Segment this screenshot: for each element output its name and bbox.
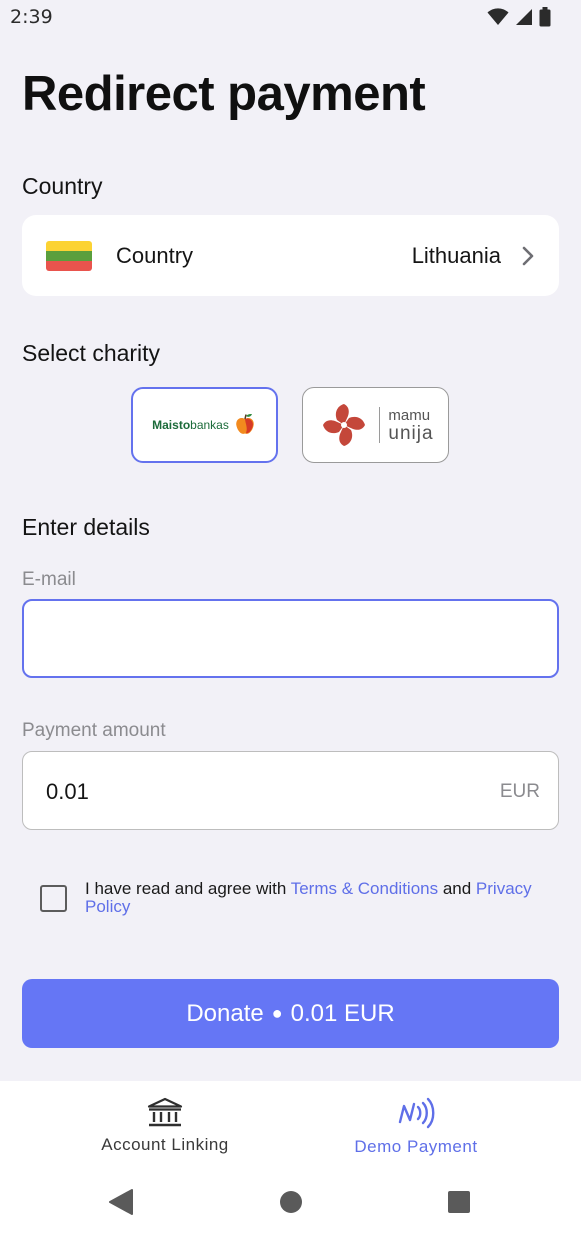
- nav-item-demo-payment[interactable]: Demo Payment: [306, 1081, 526, 1171]
- unija-logo-text: unija: [388, 423, 434, 444]
- home-icon[interactable]: [279, 1188, 303, 1216]
- status-bar: 2:39: [0, 0, 581, 34]
- nav-item-account-linking[interactable]: Account Linking: [55, 1081, 275, 1171]
- cellular-signal-icon: [516, 9, 532, 25]
- nfc-payment-icon: [398, 1097, 435, 1129]
- back-icon[interactable]: [108, 1188, 134, 1216]
- payment-amount-field[interactable]: 0.01 EUR: [22, 751, 559, 830]
- terms-text-middle: and: [438, 879, 476, 898]
- email-field-container: [22, 599, 559, 678]
- email-label: E-mail: [22, 569, 76, 590]
- select-charity-heading: Select charity: [22, 340, 161, 366]
- apple-icon: [236, 413, 254, 434]
- status-icons: [487, 7, 551, 27]
- terms-conditions-link[interactable]: Terms & Conditions: [291, 879, 438, 898]
- page-title: Redirect payment: [22, 67, 426, 121]
- donate-button-label: Donate: [186, 999, 264, 1027]
- nav-label-account-linking: Account Linking: [101, 1135, 229, 1154]
- country-selector[interactable]: Country Lithuania: [22, 215, 559, 296]
- selected-country: Lithuania: [411, 242, 501, 268]
- recents-icon[interactable]: [447, 1188, 471, 1216]
- terms-checkbox[interactable]: [40, 885, 67, 912]
- status-time: 2:39: [10, 6, 53, 28]
- maistobankas-logo-text-part1: Maisto: [152, 418, 191, 432]
- wifi-icon: [487, 8, 509, 25]
- donate-button[interactable]: Donate ● 0.01 EUR: [22, 979, 559, 1048]
- chevron-right-icon: [522, 246, 534, 265]
- system-navigation-bar: [0, 1171, 581, 1234]
- terms-agreement-text: I have read and agree with Terms & Condi…: [85, 880, 565, 916]
- maistobankas-logo-text-part2: bankas: [190, 418, 229, 432]
- payment-amount-currency: EUR: [499, 781, 540, 802]
- payment-amount-value: 0.01: [46, 779, 89, 804]
- charity-option-mamu-unija[interactable]: mamu unija: [302, 387, 449, 463]
- maistobankas-logo: Maisto bankas: [152, 413, 257, 437]
- donate-button-separator: ●: [271, 1003, 283, 1023]
- fish-emblem-icon: [323, 404, 366, 446]
- country-row-label: Country: [116, 242, 194, 268]
- battery-icon: [539, 7, 551, 27]
- lithuania-flag-icon: [46, 240, 92, 271]
- payment-amount-label: Payment amount: [22, 720, 166, 741]
- country-heading: Country: [22, 173, 103, 199]
- bank-icon: [147, 1097, 183, 1127]
- terms-text-before: I have read and agree with: [85, 879, 291, 898]
- mamu-unija-logo: mamu unija: [317, 398, 433, 452]
- bottom-navigation: Account Linking Demo Payment: [0, 1081, 581, 1171]
- email-field[interactable]: [46, 601, 486, 676]
- enter-details-heading: Enter details: [22, 514, 150, 540]
- charity-option-maistobankas[interactable]: Maisto bankas: [131, 387, 278, 463]
- donate-button-amount: 0.01 EUR: [290, 999, 395, 1027]
- nav-label-demo-payment: Demo Payment: [354, 1137, 478, 1156]
